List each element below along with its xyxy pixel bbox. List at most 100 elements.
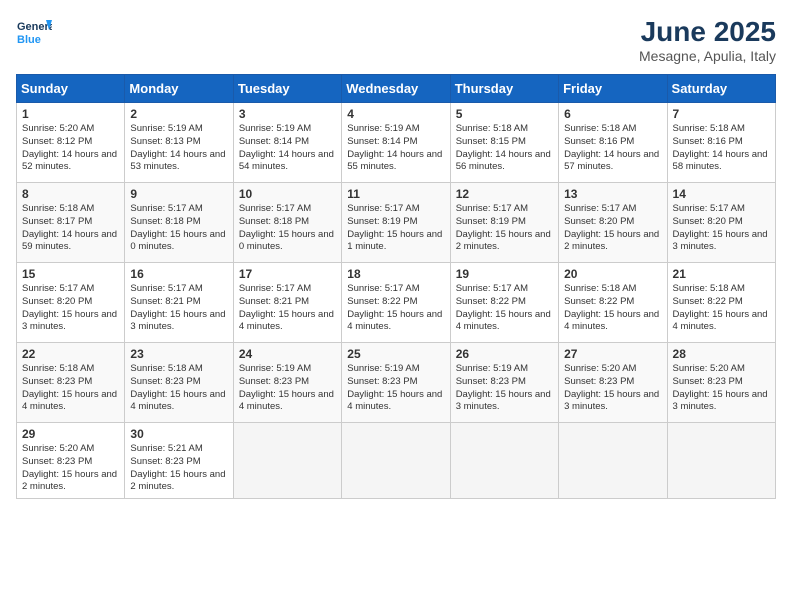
- day-number: 10: [239, 187, 336, 201]
- day-number: 28: [673, 347, 770, 361]
- day-number: 15: [22, 267, 119, 281]
- calendar-cell: 11 Sunrise: 5:17 AM Sunset: 8:19 PM Dayl…: [342, 183, 450, 263]
- calendar-cell: 17 Sunrise: 5:17 AM Sunset: 8:21 PM Dayl…: [233, 263, 341, 343]
- cell-details: Sunrise: 5:19 AM Sunset: 8:23 PM Dayligh…: [239, 363, 336, 414]
- calendar-cell: 22 Sunrise: 5:18 AM Sunset: 8:23 PM Dayl…: [17, 343, 125, 423]
- cell-details: Sunrise: 5:20 AM Sunset: 8:23 PM Dayligh…: [564, 363, 661, 414]
- calendar-cell: [667, 423, 775, 499]
- day-number: 22: [22, 347, 119, 361]
- calendar-cell: 27 Sunrise: 5:20 AM Sunset: 8:23 PM Dayl…: [559, 343, 667, 423]
- calendar-cell: 12 Sunrise: 5:17 AM Sunset: 8:19 PM Dayl…: [450, 183, 558, 263]
- day-number: 11: [347, 187, 444, 201]
- location: Mesagne, Apulia, Italy: [639, 48, 776, 64]
- cell-details: Sunrise: 5:18 AM Sunset: 8:16 PM Dayligh…: [564, 123, 661, 174]
- calendar-cell: 23 Sunrise: 5:18 AM Sunset: 8:23 PM Dayl…: [125, 343, 233, 423]
- svg-text:Blue: Blue: [17, 34, 41, 46]
- calendar-cell: 15 Sunrise: 5:17 AM Sunset: 8:20 PM Dayl…: [17, 263, 125, 343]
- calendar-cell: 1 Sunrise: 5:20 AM Sunset: 8:12 PM Dayli…: [17, 103, 125, 183]
- header-thursday: Thursday: [450, 75, 558, 103]
- cell-details: Sunrise: 5:17 AM Sunset: 8:21 PM Dayligh…: [130, 283, 227, 334]
- cell-details: Sunrise: 5:18 AM Sunset: 8:23 PM Dayligh…: [22, 363, 119, 414]
- calendar-cell: 26 Sunrise: 5:19 AM Sunset: 8:23 PM Dayl…: [450, 343, 558, 423]
- cell-details: Sunrise: 5:17 AM Sunset: 8:20 PM Dayligh…: [564, 203, 661, 254]
- cell-details: Sunrise: 5:20 AM Sunset: 8:23 PM Dayligh…: [22, 443, 119, 494]
- day-number: 24: [239, 347, 336, 361]
- day-number: 27: [564, 347, 661, 361]
- day-number: 30: [130, 427, 227, 441]
- cell-details: Sunrise: 5:17 AM Sunset: 8:20 PM Dayligh…: [22, 283, 119, 334]
- cell-details: Sunrise: 5:18 AM Sunset: 8:22 PM Dayligh…: [564, 283, 661, 334]
- title-area: June 2025 Mesagne, Apulia, Italy: [639, 16, 776, 64]
- calendar-cell: 14 Sunrise: 5:17 AM Sunset: 8:20 PM Dayl…: [667, 183, 775, 263]
- calendar-cell: 25 Sunrise: 5:19 AM Sunset: 8:23 PM Dayl…: [342, 343, 450, 423]
- cell-details: Sunrise: 5:20 AM Sunset: 8:12 PM Dayligh…: [22, 123, 119, 174]
- svg-text:General: General: [17, 21, 52, 33]
- header-row: SundayMondayTuesdayWednesdayThursdayFrid…: [17, 75, 776, 103]
- day-number: 20: [564, 267, 661, 281]
- calendar-cell: 13 Sunrise: 5:17 AM Sunset: 8:20 PM Dayl…: [559, 183, 667, 263]
- calendar-cell: 6 Sunrise: 5:18 AM Sunset: 8:16 PM Dayli…: [559, 103, 667, 183]
- calendar-cell: 10 Sunrise: 5:17 AM Sunset: 8:18 PM Dayl…: [233, 183, 341, 263]
- calendar-cell: 5 Sunrise: 5:18 AM Sunset: 8:15 PM Dayli…: [450, 103, 558, 183]
- calendar-cell: 18 Sunrise: 5:17 AM Sunset: 8:22 PM Dayl…: [342, 263, 450, 343]
- cell-details: Sunrise: 5:18 AM Sunset: 8:23 PM Dayligh…: [130, 363, 227, 414]
- calendar-cell: 16 Sunrise: 5:17 AM Sunset: 8:21 PM Dayl…: [125, 263, 233, 343]
- cell-details: Sunrise: 5:17 AM Sunset: 8:20 PM Dayligh…: [673, 203, 770, 254]
- cell-details: Sunrise: 5:17 AM Sunset: 8:18 PM Dayligh…: [239, 203, 336, 254]
- cell-details: Sunrise: 5:18 AM Sunset: 8:15 PM Dayligh…: [456, 123, 553, 174]
- cell-details: Sunrise: 5:20 AM Sunset: 8:23 PM Dayligh…: [673, 363, 770, 414]
- calendar-cell: 4 Sunrise: 5:19 AM Sunset: 8:14 PM Dayli…: [342, 103, 450, 183]
- day-number: 17: [239, 267, 336, 281]
- calendar-cell: 24 Sunrise: 5:19 AM Sunset: 8:23 PM Dayl…: [233, 343, 341, 423]
- cell-details: Sunrise: 5:18 AM Sunset: 8:16 PM Dayligh…: [673, 123, 770, 174]
- day-number: 8: [22, 187, 119, 201]
- day-number: 26: [456, 347, 553, 361]
- cell-details: Sunrise: 5:19 AM Sunset: 8:13 PM Dayligh…: [130, 123, 227, 174]
- day-number: 16: [130, 267, 227, 281]
- day-number: 19: [456, 267, 553, 281]
- day-number: 23: [130, 347, 227, 361]
- calendar-cell: [559, 423, 667, 499]
- calendar-cell: 9 Sunrise: 5:17 AM Sunset: 8:18 PM Dayli…: [125, 183, 233, 263]
- day-number: 1: [22, 107, 119, 121]
- header-friday: Friday: [559, 75, 667, 103]
- week-row-1: 1 Sunrise: 5:20 AM Sunset: 8:12 PM Dayli…: [17, 103, 776, 183]
- logo: General Blue: [16, 16, 52, 52]
- day-number: 12: [456, 187, 553, 201]
- day-number: 6: [564, 107, 661, 121]
- day-number: 9: [130, 187, 227, 201]
- calendar-cell: [450, 423, 558, 499]
- cell-details: Sunrise: 5:19 AM Sunset: 8:23 PM Dayligh…: [347, 363, 444, 414]
- week-row-4: 22 Sunrise: 5:18 AM Sunset: 8:23 PM Dayl…: [17, 343, 776, 423]
- calendar-cell: [233, 423, 341, 499]
- logo-svg: General Blue: [16, 16, 52, 52]
- calendar-cell: 21 Sunrise: 5:18 AM Sunset: 8:22 PM Dayl…: [667, 263, 775, 343]
- calendar-cell: 20 Sunrise: 5:18 AM Sunset: 8:22 PM Dayl…: [559, 263, 667, 343]
- day-number: 14: [673, 187, 770, 201]
- calendar-cell: 30 Sunrise: 5:21 AM Sunset: 8:23 PM Dayl…: [125, 423, 233, 499]
- cell-details: Sunrise: 5:17 AM Sunset: 8:22 PM Dayligh…: [456, 283, 553, 334]
- week-row-2: 8 Sunrise: 5:18 AM Sunset: 8:17 PM Dayli…: [17, 183, 776, 263]
- cell-details: Sunrise: 5:17 AM Sunset: 8:19 PM Dayligh…: [347, 203, 444, 254]
- day-number: 18: [347, 267, 444, 281]
- cell-details: Sunrise: 5:17 AM Sunset: 8:22 PM Dayligh…: [347, 283, 444, 334]
- calendar-cell: 8 Sunrise: 5:18 AM Sunset: 8:17 PM Dayli…: [17, 183, 125, 263]
- day-number: 21: [673, 267, 770, 281]
- day-number: 29: [22, 427, 119, 441]
- header-monday: Monday: [125, 75, 233, 103]
- cell-details: Sunrise: 5:18 AM Sunset: 8:17 PM Dayligh…: [22, 203, 119, 254]
- cell-details: Sunrise: 5:17 AM Sunset: 8:18 PM Dayligh…: [130, 203, 227, 254]
- day-number: 25: [347, 347, 444, 361]
- header-wednesday: Wednesday: [342, 75, 450, 103]
- calendar-cell: 7 Sunrise: 5:18 AM Sunset: 8:16 PM Dayli…: [667, 103, 775, 183]
- calendar-cell: 28 Sunrise: 5:20 AM Sunset: 8:23 PM Dayl…: [667, 343, 775, 423]
- header-saturday: Saturday: [667, 75, 775, 103]
- week-row-5: 29 Sunrise: 5:20 AM Sunset: 8:23 PM Dayl…: [17, 423, 776, 499]
- header-sunday: Sunday: [17, 75, 125, 103]
- cell-details: Sunrise: 5:19 AM Sunset: 8:14 PM Dayligh…: [347, 123, 444, 174]
- cell-details: Sunrise: 5:19 AM Sunset: 8:14 PM Dayligh…: [239, 123, 336, 174]
- day-number: 7: [673, 107, 770, 121]
- cell-details: Sunrise: 5:18 AM Sunset: 8:22 PM Dayligh…: [673, 283, 770, 334]
- calendar-cell: 2 Sunrise: 5:19 AM Sunset: 8:13 PM Dayli…: [125, 103, 233, 183]
- week-row-3: 15 Sunrise: 5:17 AM Sunset: 8:20 PM Dayl…: [17, 263, 776, 343]
